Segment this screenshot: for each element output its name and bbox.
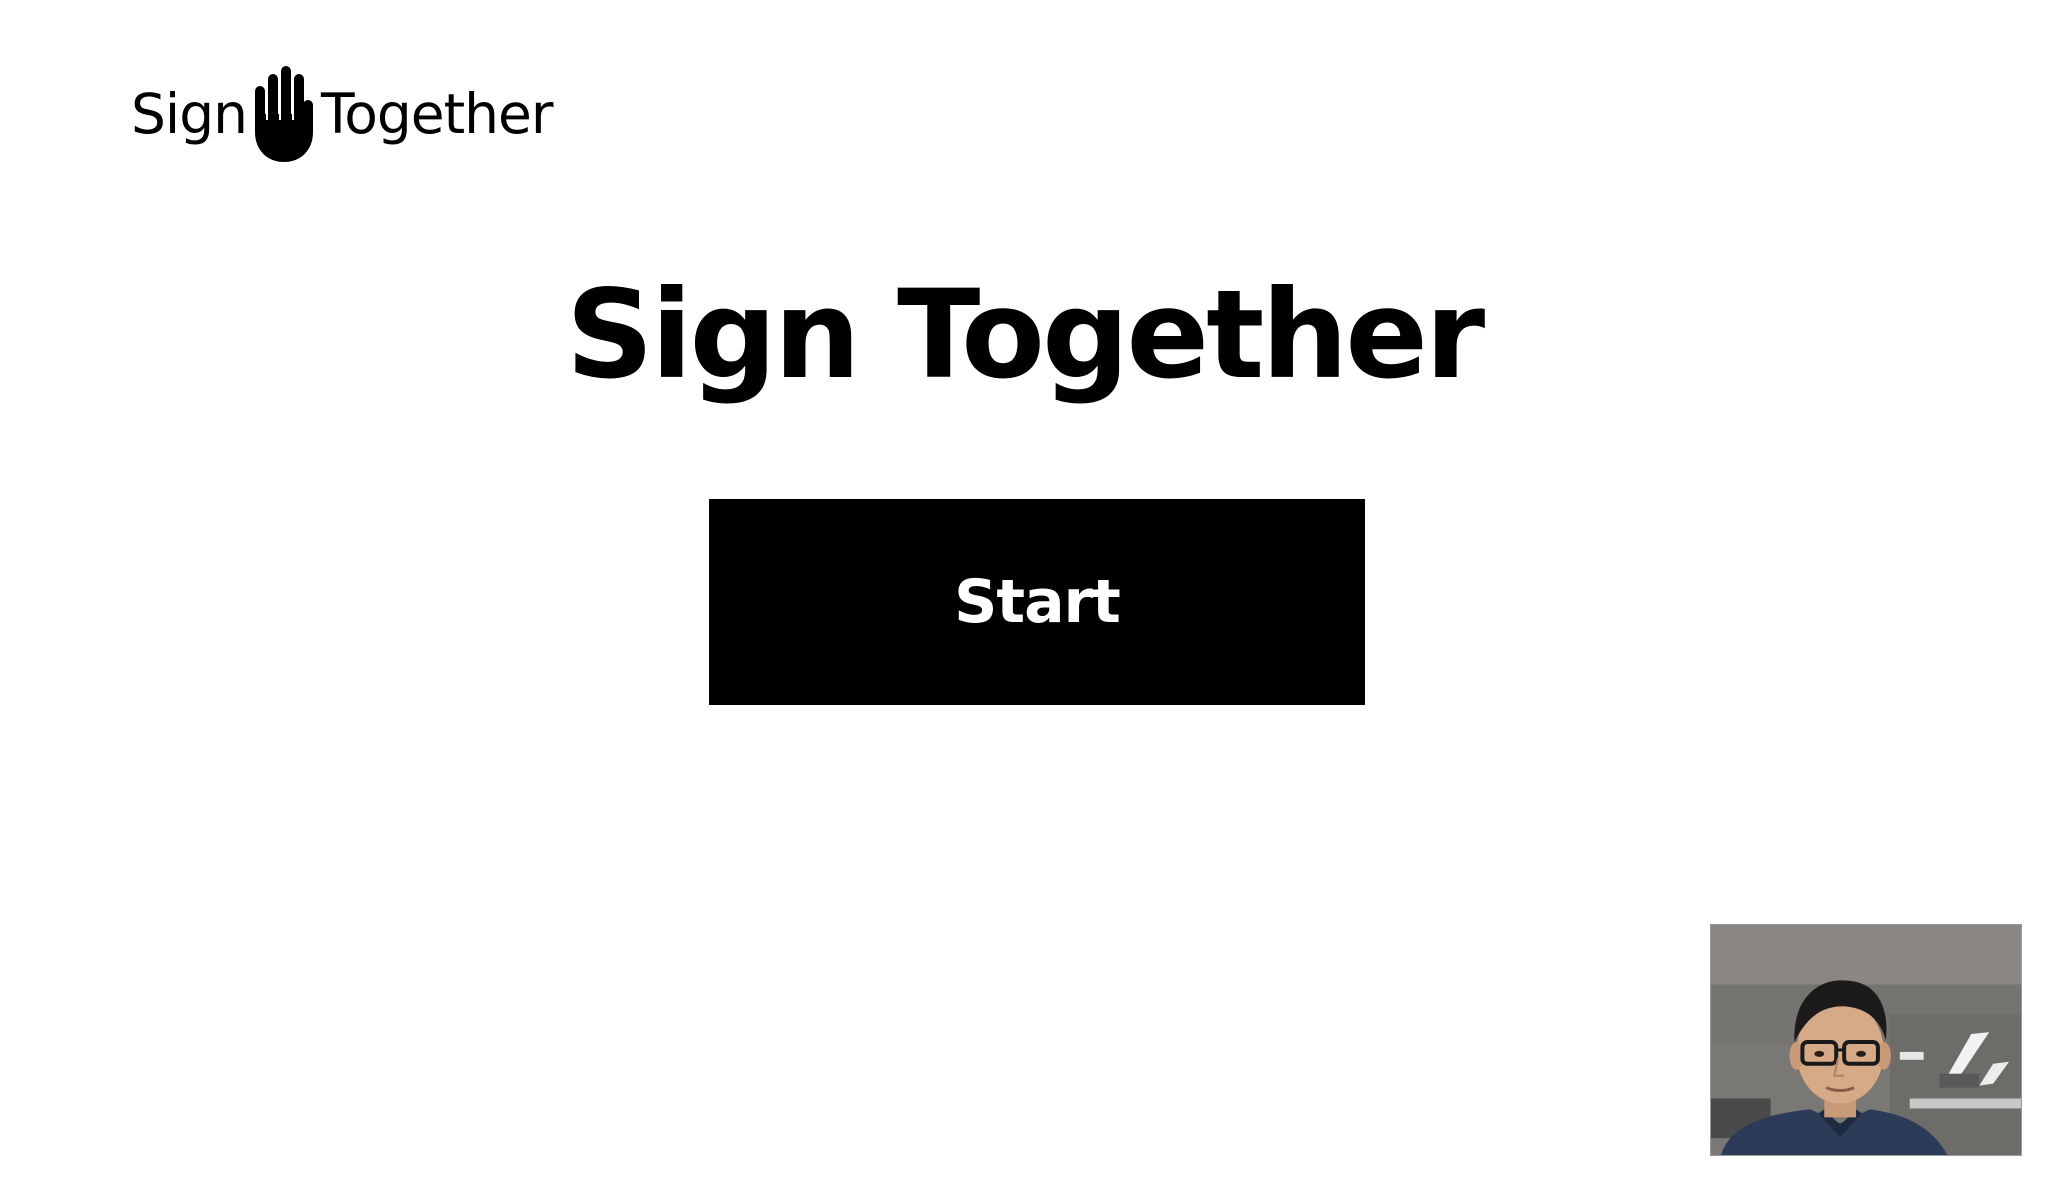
webcam-image [1711,925,2021,1155]
logo-text-sign: Sign [131,81,248,146]
start-button[interactable]: Start [709,499,1365,705]
webcam-preview [1710,924,2022,1156]
raised-hand-icon [254,66,313,162]
logo[interactable]: Sign Together [131,64,553,164]
app-root: Sign Together Sign Together Start [0,0,2048,1192]
logo-text-together: Together [320,81,554,146]
page-title: Sign Together [565,264,1485,406]
